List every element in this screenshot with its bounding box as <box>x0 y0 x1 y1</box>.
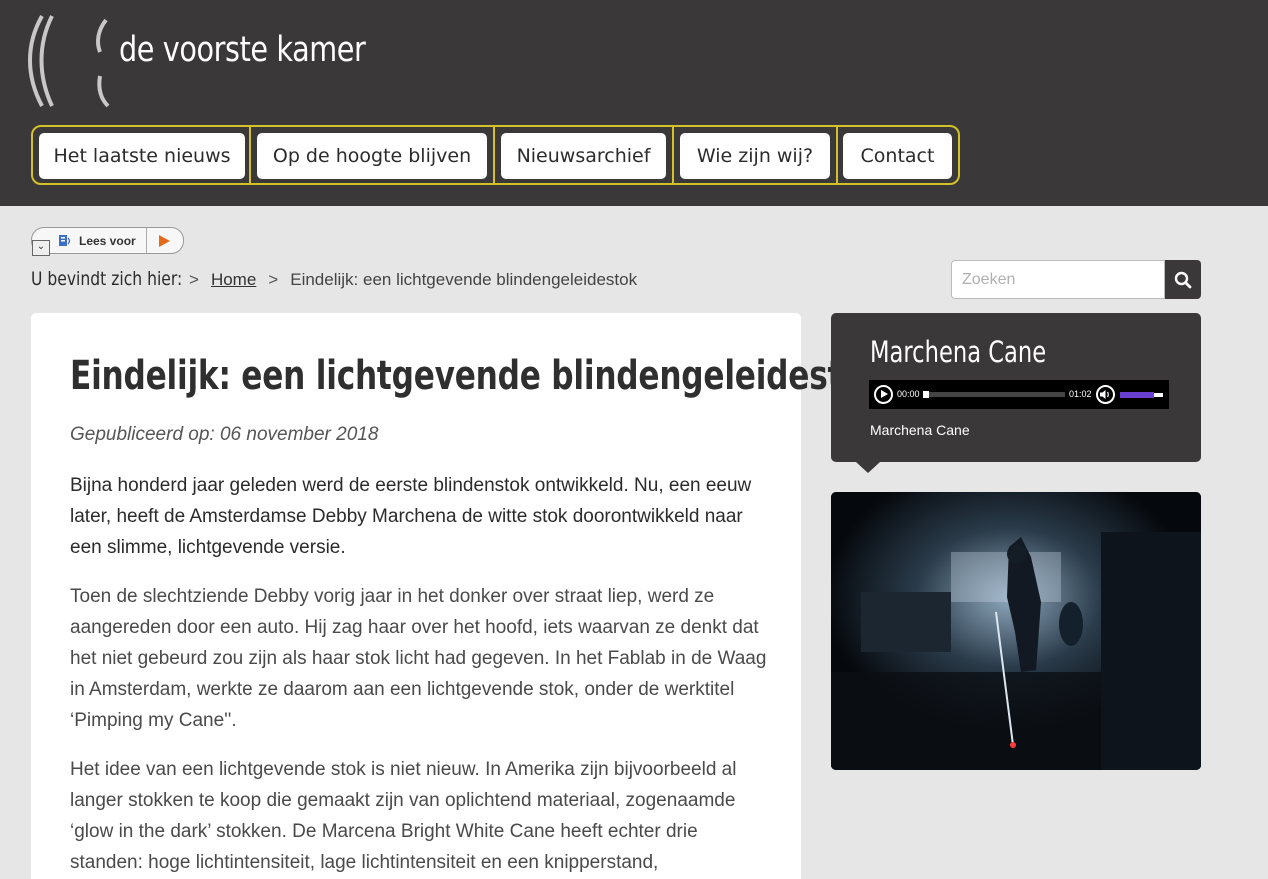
site-header: de voorste kamer Het laatste nieuws Op d… <box>0 0 1268 206</box>
progress-bar[interactable] <box>923 392 1065 397</box>
search-button[interactable] <box>1165 260 1201 299</box>
article: Eindelijk: een lichtgevende blindengelei… <box>31 313 884 879</box>
play-icon[interactable] <box>159 235 170 247</box>
nav-item-nieuwsarchief[interactable]: Nieuwsarchief <box>501 133 666 179</box>
nav-item-laatste-nieuws[interactable]: Het laatste nieuws <box>39 133 245 179</box>
nav-divider <box>493 127 495 183</box>
site-title[interactable]: de voorste kamer <box>119 30 366 70</box>
main-nav: Het laatste nieuws Op de hoogte blijven … <box>31 125 960 185</box>
duration: 01:02 <box>1069 389 1092 399</box>
volume-icon <box>1100 390 1109 399</box>
nav-divider <box>672 127 674 183</box>
breadcrumb: U bevindt zich hier: > Home > Eindelijk:… <box>31 268 637 290</box>
audio-caption: Marchena Cane <box>870 422 970 438</box>
volume-button[interactable] <box>1096 385 1115 404</box>
article-title: Eindelijk: een lichtgevende blindengelei… <box>70 353 884 399</box>
search-input[interactable] <box>951 260 1165 299</box>
search-icon <box>1174 271 1192 288</box>
audio-widget-pointer <box>856 462 880 473</box>
breadcrumb-separator: > <box>268 270 279 289</box>
nav-item-wie-zijn-wij[interactable]: Wie zijn wij? <box>680 133 830 179</box>
progress-handle[interactable] <box>923 391 929 398</box>
audio-player: 00:00 01:02 <box>869 380 1169 409</box>
article-lead: Bijna honderd jaar geleden werd de eerst… <box>70 475 752 558</box>
read-aloud-divider <box>146 228 147 253</box>
current-time: 00:00 <box>897 389 920 399</box>
article-photo <box>831 492 1201 770</box>
audio-widget: Marchena Cane 00:00 01:02 Marchena Cane <box>831 313 1201 462</box>
speaker-icon <box>59 235 71 246</box>
read-aloud-dropdown[interactable]: ⌄ <box>32 240 50 256</box>
article-paragraph: Het idee van een lichtgevende stok is ni… <box>70 759 737 873</box>
article-paragraph: Toen de slechtziende Debby vorig jaar in… <box>70 586 767 731</box>
logo-icon[interactable] <box>28 14 118 109</box>
breadcrumb-current: Eindelijk: een lichtgevende blindengelei… <box>290 270 638 289</box>
photo-image <box>831 492 1201 770</box>
nav-divider <box>836 127 838 183</box>
volume-level <box>1120 392 1155 398</box>
nav-item-op-de-hoogte[interactable]: Op de hoogte blijven <box>257 133 487 179</box>
search-form <box>951 260 1201 299</box>
article-date: Gepubliceerd op: 06 november 2018 <box>70 424 379 445</box>
audio-title: Marchena Cane <box>870 335 1047 369</box>
breadcrumb-home-link[interactable]: Home <box>211 270 256 290</box>
nav-divider <box>249 127 251 183</box>
nav-item-contact[interactable]: Contact <box>843 133 952 179</box>
breadcrumb-lead: U bevindt zich hier: <box>31 268 183 290</box>
read-aloud-widget[interactable]: ⌄ Lees voor <box>31 227 184 256</box>
play-button[interactable] <box>874 385 893 404</box>
breadcrumb-separator: > <box>189 270 199 289</box>
read-aloud-label[interactable]: Lees voor <box>79 234 136 248</box>
